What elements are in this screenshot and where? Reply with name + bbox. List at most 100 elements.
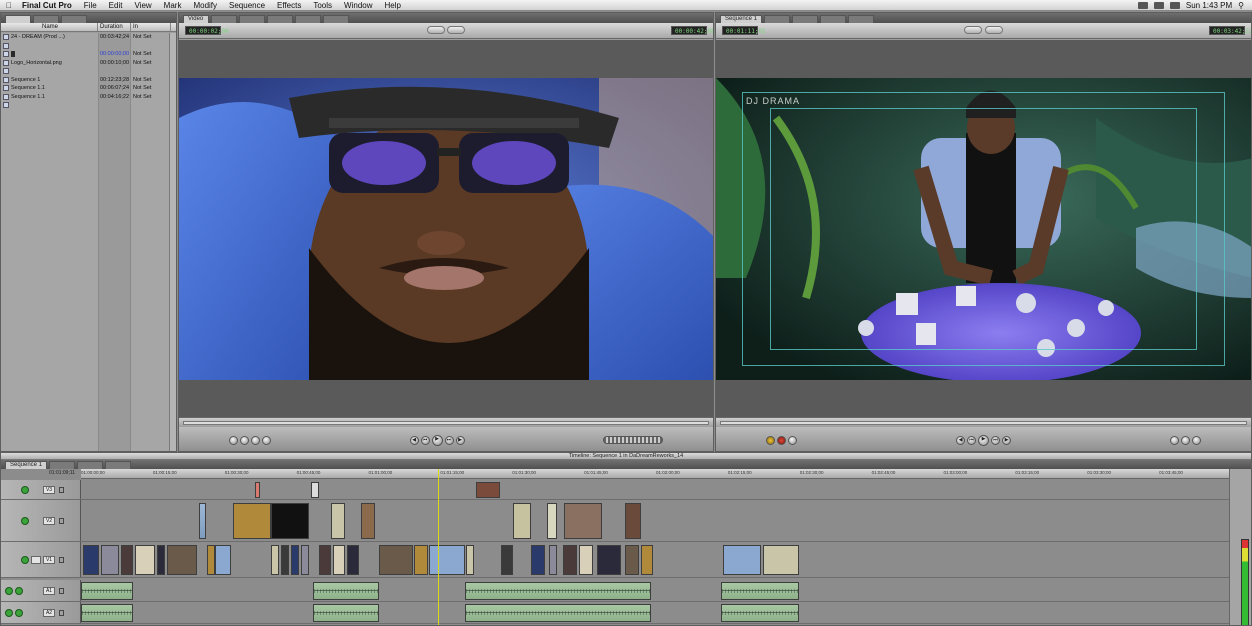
timeline-tab-4[interactable] (105, 461, 132, 469)
clip[interactable] (347, 545, 359, 575)
menu-sequence[interactable]: Sequence (223, 1, 271, 10)
viewer-jog-control[interactable] (603, 436, 663, 444)
column-name[interactable]: Name (1, 23, 98, 31)
canvas-prev-edit-icon[interactable]: ⏮ (967, 435, 976, 445)
viewer-tab-3[interactable] (239, 15, 265, 23)
audio-clip[interactable] (721, 582, 799, 600)
clip[interactable] (531, 545, 545, 575)
clip[interactable] (625, 503, 641, 539)
timeline-playhead[interactable] (438, 469, 439, 625)
clip[interactable] (549, 545, 557, 575)
menu-edit[interactable]: Edit (103, 1, 129, 10)
lock-icon[interactable] (59, 609, 64, 616)
track-visibility-icon[interactable] (21, 485, 29, 494)
viewer-scrub-bar[interactable] (183, 421, 709, 425)
canvas-current-timecode[interactable]: 00:03:42;22 (1208, 26, 1251, 35)
clip[interactable] (379, 545, 413, 575)
track-visibility-icon[interactable] (21, 555, 29, 564)
clip[interactable] (501, 545, 513, 575)
menu-mark[interactable]: Mark (158, 1, 188, 10)
clip[interactable] (331, 503, 345, 539)
lock-icon[interactable] (59, 517, 64, 524)
browser-row[interactable]: Sequence 1.1 00:04:16;22 Not Set (1, 93, 176, 102)
browser-tab-3[interactable] (61, 15, 87, 23)
clip[interactable] (271, 545, 279, 575)
column-duration[interactable]: Duration (98, 23, 131, 31)
viewer-next-edit-icon[interactable]: ⏭ (444, 435, 454, 445)
canvas-view-popup[interactable] (984, 25, 1003, 34)
viewer-play-icon[interactable]: ▶ (431, 434, 443, 446)
canvas-tab-2[interactable] (764, 15, 791, 23)
menu-file[interactable]: File (78, 1, 103, 10)
clip[interactable] (215, 545, 231, 575)
clip[interactable] (597, 545, 621, 575)
clip[interactable] (763, 545, 799, 575)
browser-tab-2[interactable] (33, 15, 59, 23)
clip[interactable] (429, 545, 465, 575)
canvas-mark-out-button[interactable] (1181, 435, 1190, 445)
browser-row[interactable]: 00:00:00;00 Not Set (1, 50, 176, 59)
clip[interactable] (333, 545, 345, 575)
canvas-duration-timecode[interactable]: 00:01:11;01 (722, 26, 766, 35)
canvas-video-frame[interactable]: DJ DRAMA (716, 78, 1251, 380)
battery-icon[interactable] (1169, 1, 1180, 9)
status-icon[interactable] (1137, 1, 1148, 9)
clip[interactable] (361, 503, 375, 539)
browser-row[interactable] (1, 42, 176, 51)
clip[interactable] (547, 503, 557, 539)
spotlight-icon[interactable]: ⚲ (1238, 1, 1244, 10)
clip[interactable] (579, 545, 593, 575)
menu-tools[interactable]: Tools (307, 1, 338, 10)
canvas-insert-icon[interactable] (766, 435, 775, 445)
track-patch[interactable] (31, 555, 41, 564)
apple-icon[interactable]:  (0, 1, 18, 10)
audio-clip[interactable] (81, 582, 133, 600)
menu-modify[interactable]: Modify (187, 1, 223, 10)
track-visibility-icon[interactable] (15, 608, 23, 617)
viewer-tab-video[interactable]: Video (183, 15, 209, 23)
canvas-tab-5[interactable] (848, 15, 875, 23)
audio-clip[interactable] (313, 582, 379, 600)
viewer-tab-5[interactable] (295, 15, 321, 23)
track-visibility-icon[interactable] (21, 516, 29, 525)
track-audio-icon[interactable] (5, 586, 13, 595)
viewer-zoom-popup[interactable] (426, 25, 445, 34)
timeline-tab-3[interactable] (77, 461, 104, 469)
clip[interactable] (641, 545, 653, 575)
viewer-mark-clip-button[interactable] (251, 435, 260, 445)
browser-row[interactable]: 24 - DREAM (Prod ...) 00:03:42;24 Not Set (1, 33, 176, 42)
menu-view[interactable]: View (128, 1, 157, 10)
track-label[interactable]: V2 (43, 516, 55, 525)
canvas-add-marker-button[interactable] (1192, 435, 1201, 445)
audio-clip[interactable] (465, 582, 651, 600)
menu-effects[interactable]: Effects (271, 1, 307, 10)
audio-clip[interactable] (465, 604, 651, 622)
viewer-video-frame[interactable] (179, 78, 713, 380)
browser-row[interactable]: Sequence 1 00:12:23;28 Not Set (1, 76, 176, 85)
viewer-mark-out-button[interactable] (240, 435, 249, 445)
clip[interactable] (101, 545, 119, 575)
browser-row[interactable]: Logo_Horizontal.png 00:00:10;00 Not Set (1, 59, 176, 68)
lock-icon[interactable] (59, 587, 64, 594)
timeline-tab-2[interactable] (49, 461, 76, 469)
viewer-tab-6[interactable] (323, 15, 349, 23)
lock-icon[interactable] (59, 556, 64, 563)
viewer-play-in-out-icon[interactable]: ◀ (409, 435, 419, 445)
viewer-tab-4[interactable] (267, 15, 293, 23)
clip[interactable] (319, 545, 331, 575)
track-label[interactable]: A2 (43, 608, 55, 617)
clip[interactable] (207, 545, 215, 575)
track-audio-icon[interactable] (5, 608, 13, 617)
viewer-prev-edit-icon[interactable]: ⏮ (420, 435, 430, 445)
clip[interactable] (311, 482, 319, 498)
canvas-zoom-popup[interactable] (964, 25, 983, 34)
audio-clip[interactable] (721, 604, 799, 622)
canvas-scrub-bar[interactable] (720, 421, 1247, 425)
canvas-tab-3[interactable] (792, 15, 819, 23)
canvas-replace-icon[interactable] (788, 435, 797, 445)
track-label[interactable]: V1 (43, 555, 55, 564)
clip[interactable] (157, 545, 165, 575)
viewer-scrubber[interactable] (179, 417, 713, 427)
clip[interactable] (563, 545, 577, 575)
lock-icon[interactable] (59, 486, 64, 493)
